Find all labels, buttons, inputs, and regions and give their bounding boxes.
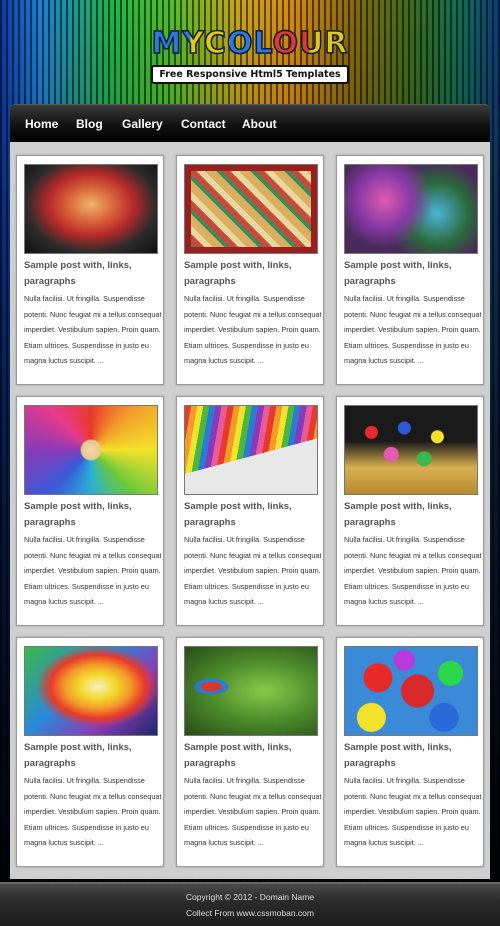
post-image-rainbow-swirl[interactable] bbox=[24, 646, 158, 736]
post-image-parrot-on-green[interactable] bbox=[184, 646, 318, 736]
post-title[interactable]: Sample post with, links, paragraphs bbox=[24, 258, 158, 290]
post-card: Sample post with, links, paragraphs Null… bbox=[16, 396, 164, 626]
post-excerpt: Nulla facilisi. Ut fringilla. Suspendiss… bbox=[184, 294, 322, 365]
post-image-coloured-pencils-circle[interactable] bbox=[24, 405, 158, 495]
page: MYCOLOUR Free Responsive Html5 Templates… bbox=[0, 0, 500, 926]
post-excerpt: Nulla facilisi. Ut fringilla. Suspendiss… bbox=[24, 776, 162, 847]
post-excerpt: Nulla facilisi. Ut fringilla. Suspendiss… bbox=[24, 535, 162, 606]
post-excerpt: Nulla facilisi. Ut fringilla. Suspendiss… bbox=[344, 535, 482, 606]
post-excerpt: Nulla facilisi. Ut fringilla. Suspendiss… bbox=[344, 294, 482, 365]
posts-grid: Sample post with, links, paragraphs Null… bbox=[10, 142, 490, 879]
post-title[interactable]: Sample post with, links, paragraphs bbox=[344, 258, 478, 290]
footer: Copyright © 2012 - Domain Name Collect F… bbox=[0, 882, 500, 926]
post-image-letter-blocks-tray[interactable] bbox=[184, 164, 318, 254]
post-title[interactable]: Sample post with, links, paragraphs bbox=[24, 740, 158, 772]
post-card: Sample post with, links, paragraphs Null… bbox=[336, 155, 484, 385]
post-title[interactable]: Sample post with, links, paragraphs bbox=[184, 258, 318, 290]
post-title[interactable]: Sample post with, links, paragraphs bbox=[184, 499, 318, 531]
post-card: Sample post with, links, paragraphs Null… bbox=[176, 396, 324, 626]
main-nav: Home Blog Gallery Contact About bbox=[10, 104, 490, 142]
post-card: Sample post with, links, paragraphs Null… bbox=[176, 155, 324, 385]
nav-item-blog[interactable]: Blog bbox=[76, 117, 103, 131]
tagline-area: Free Responsive Html5 Templates bbox=[0, 64, 500, 84]
post-title[interactable]: Sample post with, links, paragraphs bbox=[24, 499, 158, 531]
post-image-colour-festival-crowd[interactable] bbox=[344, 164, 478, 254]
post-excerpt: Nulla facilisi. Ut fringilla. Suspendiss… bbox=[24, 294, 162, 365]
footer-copyright: Copyright © 2012 - Domain Name bbox=[185, 892, 315, 902]
post-image-flower-basket[interactable] bbox=[344, 405, 478, 495]
post-title[interactable]: Sample post with, links, paragraphs bbox=[344, 740, 478, 772]
site-logo[interactable]: MYCOLOUR bbox=[151, 27, 349, 61]
post-excerpt: Nulla facilisi. Ut fringilla. Suspendiss… bbox=[184, 535, 322, 606]
post-image-crayons-box[interactable] bbox=[184, 405, 318, 495]
post-excerpt: Nulla facilisi. Ut fringilla. Suspendiss… bbox=[184, 776, 322, 847]
nav-item-home[interactable]: Home bbox=[25, 117, 58, 131]
post-excerpt: Nulla facilisi. Ut fringilla. Suspendiss… bbox=[344, 776, 482, 847]
nav-item-gallery[interactable]: Gallery bbox=[122, 117, 163, 131]
post-title[interactable]: Sample post with, links, paragraphs bbox=[184, 740, 318, 772]
post-card: Sample post with, links, paragraphs Null… bbox=[16, 155, 164, 385]
post-card: Sample post with, links, paragraphs Null… bbox=[336, 396, 484, 626]
site-tagline: Free Responsive Html5 Templates bbox=[151, 65, 349, 84]
post-title[interactable]: Sample post with, links, paragraphs bbox=[344, 499, 478, 531]
post-image-coloured-balls[interactable] bbox=[344, 646, 478, 736]
post-card: Sample post with, links, paragraphs Null… bbox=[16, 637, 164, 867]
post-card: Sample post with, links, paragraphs Null… bbox=[176, 637, 324, 867]
nav-item-contact[interactable]: Contact bbox=[181, 117, 226, 131]
post-card: Sample post with, links, paragraphs Null… bbox=[336, 637, 484, 867]
nav-item-about[interactable]: About bbox=[242, 117, 277, 131]
post-image-painted-child-face[interactable] bbox=[24, 164, 158, 254]
logo-area: MYCOLOUR bbox=[0, 27, 500, 61]
footer-credit[interactable]: Collect From www.cssmoban.com bbox=[0, 908, 500, 918]
